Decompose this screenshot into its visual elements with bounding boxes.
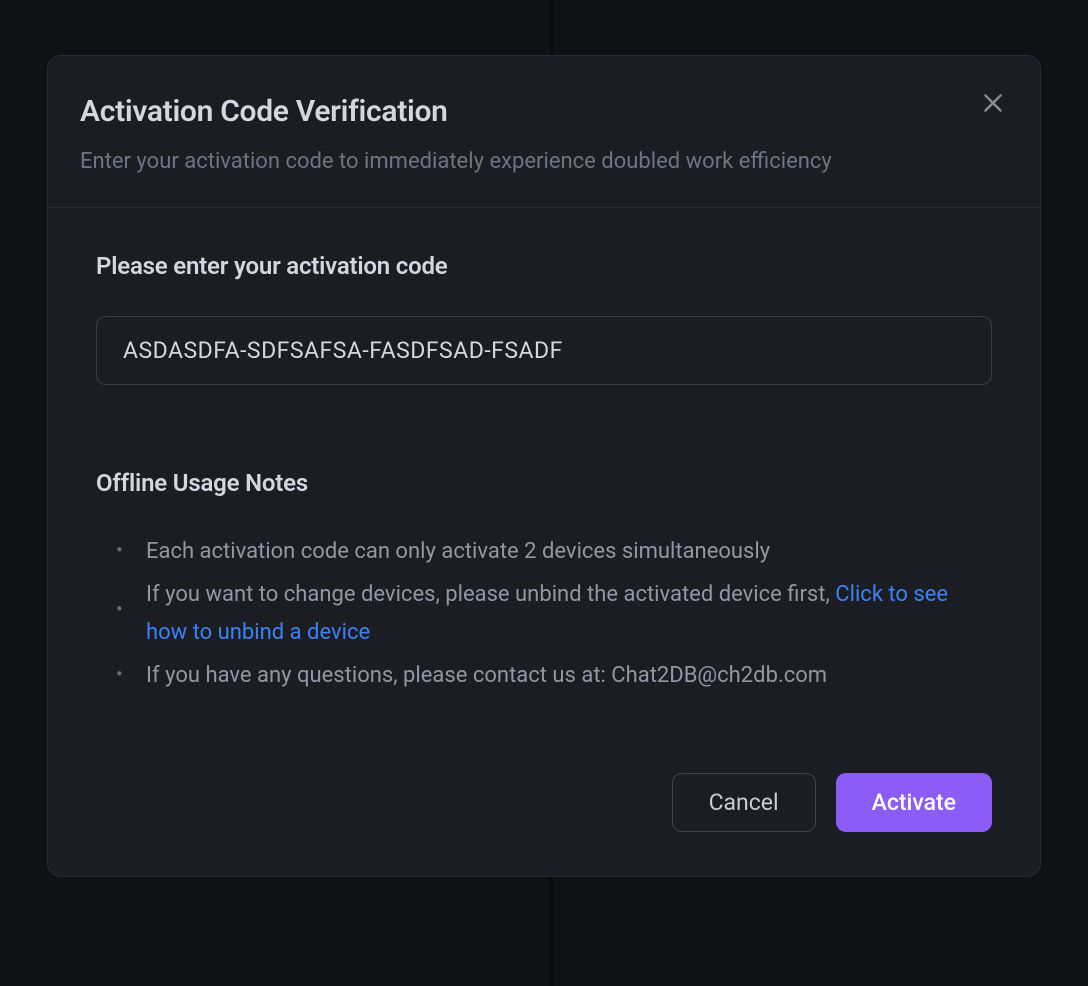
close-button[interactable] [978, 88, 1008, 118]
notes-title: Offline Usage Notes [96, 469, 992, 497]
modal-footer: Cancel Activate [48, 743, 1040, 876]
notes-section: Offline Usage Notes Each activation code… [96, 469, 992, 695]
close-icon [980, 90, 1006, 116]
modal-body: Please enter your activation code Offlin… [48, 208, 1040, 743]
note-item-3: If you have any questions, please contac… [96, 657, 992, 696]
note-item-1: Each activation code can only activate 2… [96, 533, 992, 572]
modal-title: Activation Code Verification [80, 94, 992, 129]
modal-header: Activation Code Verification Enter your … [48, 56, 1040, 208]
modal-subtitle: Enter your activation code to immediatel… [80, 145, 900, 179]
activation-code-input[interactable] [96, 316, 992, 385]
note-item-2-text: If you want to change devices, please un… [146, 582, 835, 607]
input-section-title: Please enter your activation code [96, 252, 992, 280]
activation-modal: Activation Code Verification Enter your … [47, 55, 1041, 877]
notes-list: Each activation code can only activate 2… [96, 533, 992, 695]
activate-button[interactable]: Activate [836, 773, 992, 832]
cancel-button[interactable]: Cancel [672, 773, 816, 832]
note-item-2: If you want to change devices, please un… [96, 576, 992, 653]
